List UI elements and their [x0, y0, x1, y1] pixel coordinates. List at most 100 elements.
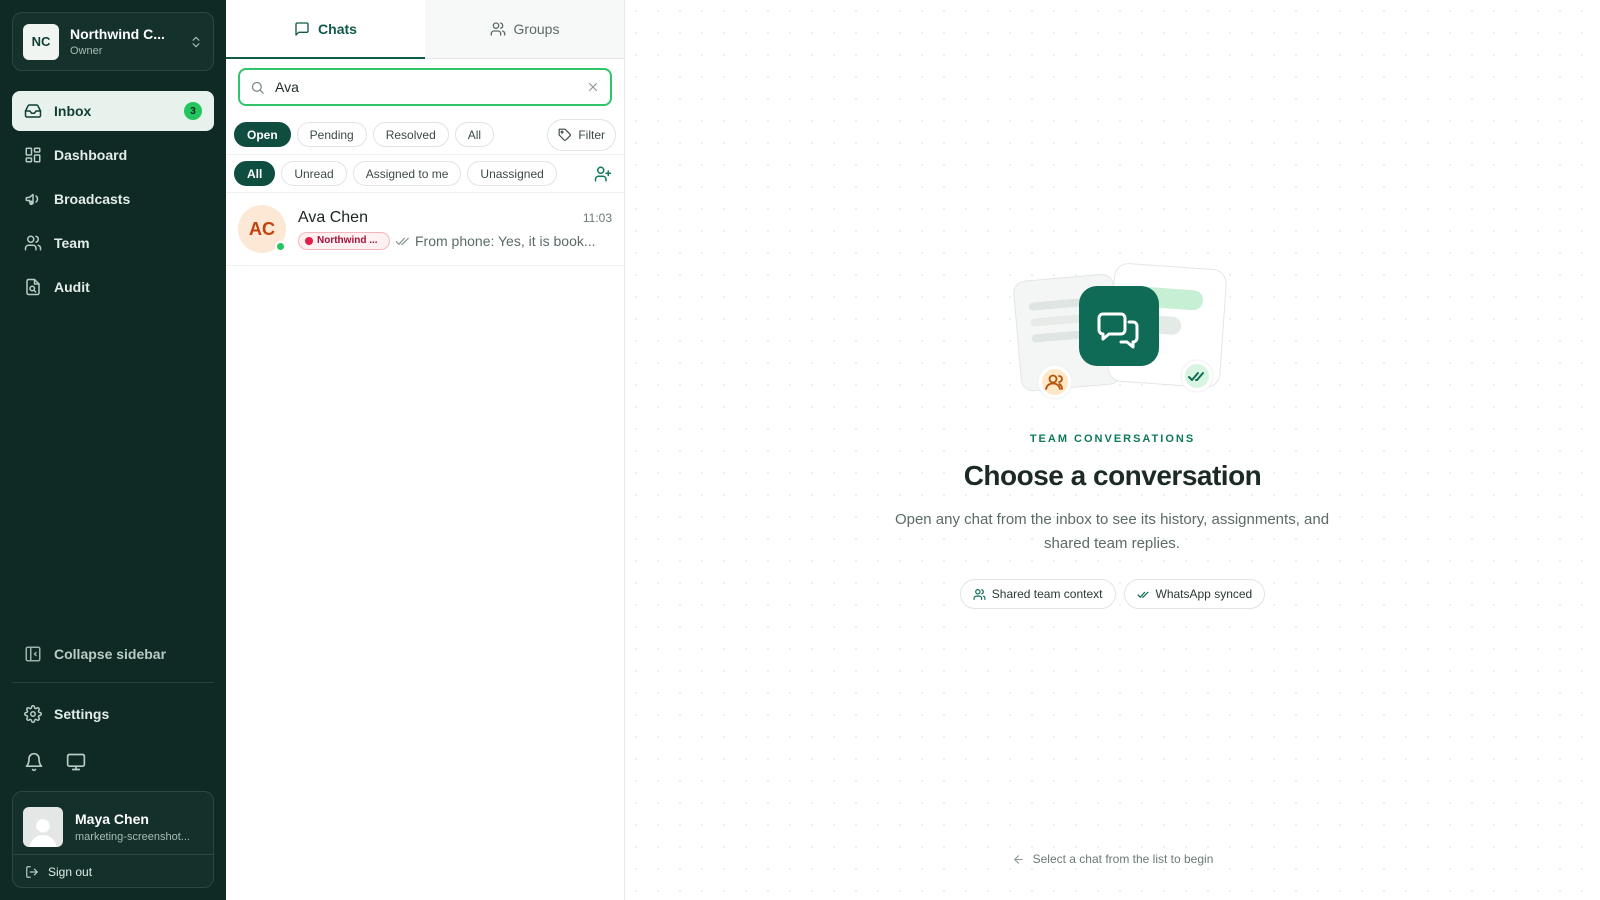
- user-card: Maya Chen marketing-screenshot... Sign o…: [12, 791, 214, 888]
- empty-state-description: Open any chat from the inbox to see its …: [894, 511, 1330, 552]
- conversation-illustration: [1013, 263, 1227, 400]
- chat-list-panel: Chats Groups Open Pending Resolved All F…: [226, 0, 625, 900]
- empty-state-title: Choose a conversation: [963, 460, 1262, 491]
- contact-name: Ava Chen: [298, 208, 368, 226]
- user-name: Maya Chen: [75, 811, 149, 827]
- megaphone-icon: [25, 193, 39, 205]
- close-icon[interactable]: [586, 80, 600, 94]
- chat-bubble-icon: [295, 22, 309, 36]
- double-check-icon: [1136, 591, 1148, 598]
- tab-chats[interactable]: Chats: [226, 0, 425, 59]
- tab-groups-label: Groups: [513, 21, 560, 37]
- audit-icon: [26, 278, 40, 296]
- nav-label-audit: Audit: [54, 279, 90, 295]
- tab-groups[interactable]: Groups: [425, 0, 624, 58]
- chip-whatsapp-synced: WhatsApp synced: [1123, 579, 1266, 609]
- gear-icon: [24, 705, 42, 723]
- collapse-sidebar-button[interactable]: Collapse sidebar: [12, 634, 214, 674]
- empty-state-eyebrow: TEAM CONVERSATIONS: [1029, 433, 1196, 445]
- chip-shared-team-context: Shared team context: [959, 579, 1116, 609]
- sign-out-icon: [26, 866, 38, 878]
- chat-item-body: Ava Chen 11:03 Northwind ... From phone:…: [298, 209, 612, 250]
- contact-initials: AC: [249, 218, 275, 239]
- chip-label: WhatsApp synced: [1155, 587, 1253, 601]
- status-filter-row: Open Pending Resolved All Filter: [226, 115, 624, 155]
- main-nav: Inbox 3 Dashboard Broadcasts Team Audit: [12, 91, 214, 311]
- dashboard-icon: [25, 147, 41, 163]
- nav-item-audit[interactable]: Audit: [12, 267, 214, 307]
- nav-item-team[interactable]: Team: [12, 223, 214, 263]
- message-preview: From phone: Yes, it is book...: [415, 232, 596, 249]
- nav-label-team: Team: [54, 235, 90, 251]
- sidebar: NC Northwind C... Owner Inbox 3 Dashboar…: [0, 0, 226, 900]
- user-plus-icon[interactable]: [594, 165, 612, 183]
- contact-avatar: AC: [238, 205, 286, 253]
- arrow-left-icon: [1013, 854, 1023, 864]
- tab-chats-label: Chats: [318, 21, 357, 37]
- workspace-text: Northwind C... Owner: [70, 26, 189, 57]
- user-profile[interactable]: Maya Chen marketing-screenshot...: [13, 792, 213, 852]
- chevron-up-down-icon: [192, 36, 200, 47]
- nav-label-broadcasts: Broadcasts: [54, 191, 131, 207]
- tag-icon: [558, 128, 572, 141]
- sidebar-collapse-icon: [25, 646, 41, 662]
- chat-item-header: Ava Chen 11:03: [298, 209, 612, 227]
- filter-unread[interactable]: Unread: [281, 161, 347, 186]
- avatar: [23, 807, 63, 847]
- user-placeholder-icon: [29, 818, 57, 847]
- settings-button[interactable]: Settings: [12, 694, 214, 734]
- filter-pending[interactable]: Pending: [296, 122, 367, 147]
- nav-item-dashboard[interactable]: Dashboard: [12, 135, 214, 175]
- nav-item-inbox[interactable]: Inbox 3: [12, 91, 214, 131]
- filter-unassigned[interactable]: Unassigned: [467, 161, 557, 186]
- bell-icon[interactable]: [24, 752, 44, 772]
- tag-color-dot: [305, 236, 313, 245]
- filter-open[interactable]: Open: [234, 122, 291, 147]
- inbox-unread-badge: 3: [184, 102, 202, 120]
- collapse-sidebar-label: Collapse sidebar: [54, 646, 167, 662]
- settings-label: Settings: [54, 706, 110, 722]
- feature-chips: Shared team context WhatsApp synced: [625, 579, 1600, 609]
- double-check-icon: [395, 237, 409, 245]
- tag-label: Northwind ...: [317, 235, 378, 246]
- users-icon: [24, 235, 42, 251]
- online-status-dot: [275, 241, 286, 252]
- filter-button-label: Filter: [578, 127, 605, 142]
- sidebar-divider: [12, 682, 214, 683]
- filter-button[interactable]: Filter: [547, 118, 616, 151]
- monitor-icon[interactable]: [66, 752, 86, 772]
- workspace-switcher[interactable]: NC Northwind C... Owner: [12, 12, 214, 71]
- list-tabs: Chats Groups: [226, 0, 624, 59]
- chat-list-item[interactable]: AC Ava Chen 11:03 Northwind ... From pho…: [226, 193, 624, 266]
- sign-out-button[interactable]: Sign out: [13, 855, 213, 889]
- search-box: [238, 68, 612, 106]
- users-icon: [973, 588, 986, 600]
- filter-all[interactable]: All: [234, 161, 276, 186]
- search-icon: [251, 81, 264, 94]
- nav-label-inbox: Inbox: [54, 103, 92, 119]
- workspace-name: Northwind C...: [70, 26, 165, 42]
- sign-out-label: Sign out: [48, 865, 93, 879]
- chat-item-footer: Northwind ... From phone: Yes, it is boo…: [298, 231, 612, 250]
- filter-resolved[interactable]: Resolved: [372, 122, 449, 147]
- filter-all-status[interactable]: All: [454, 122, 495, 147]
- inbox-icon: [24, 104, 42, 118]
- select-chat-hint: Select a chat from the list to begin: [625, 852, 1600, 866]
- nav-label-dashboard: Dashboard: [54, 147, 128, 163]
- user-email: marketing-screenshot...: [75, 831, 190, 843]
- filter-assigned-to-me[interactable]: Assigned to me: [352, 161, 462, 186]
- search-wrapper: [226, 59, 624, 115]
- users-icon: [490, 22, 505, 36]
- workspace-role: Owner: [70, 45, 103, 57]
- message-time: 11:03: [582, 210, 612, 225]
- chip-label: Shared team context: [991, 587, 1103, 601]
- nav-item-broadcasts[interactable]: Broadcasts: [12, 179, 214, 219]
- workspace-tag: Northwind ...: [298, 231, 390, 250]
- workspace-avatar: NC: [23, 23, 59, 60]
- search-input[interactable]: [275, 79, 586, 95]
- assignment-filter-row: All Unread Assigned to me Unassigned: [226, 155, 624, 193]
- user-text: Maya Chen marketing-screenshot...: [75, 811, 201, 843]
- hint-text: Select a chat from the list to begin: [1032, 852, 1214, 866]
- utility-row: [24, 752, 86, 772]
- conversation-empty-state: TEAM CONVERSATIONS Choose a conversation…: [625, 0, 1600, 900]
